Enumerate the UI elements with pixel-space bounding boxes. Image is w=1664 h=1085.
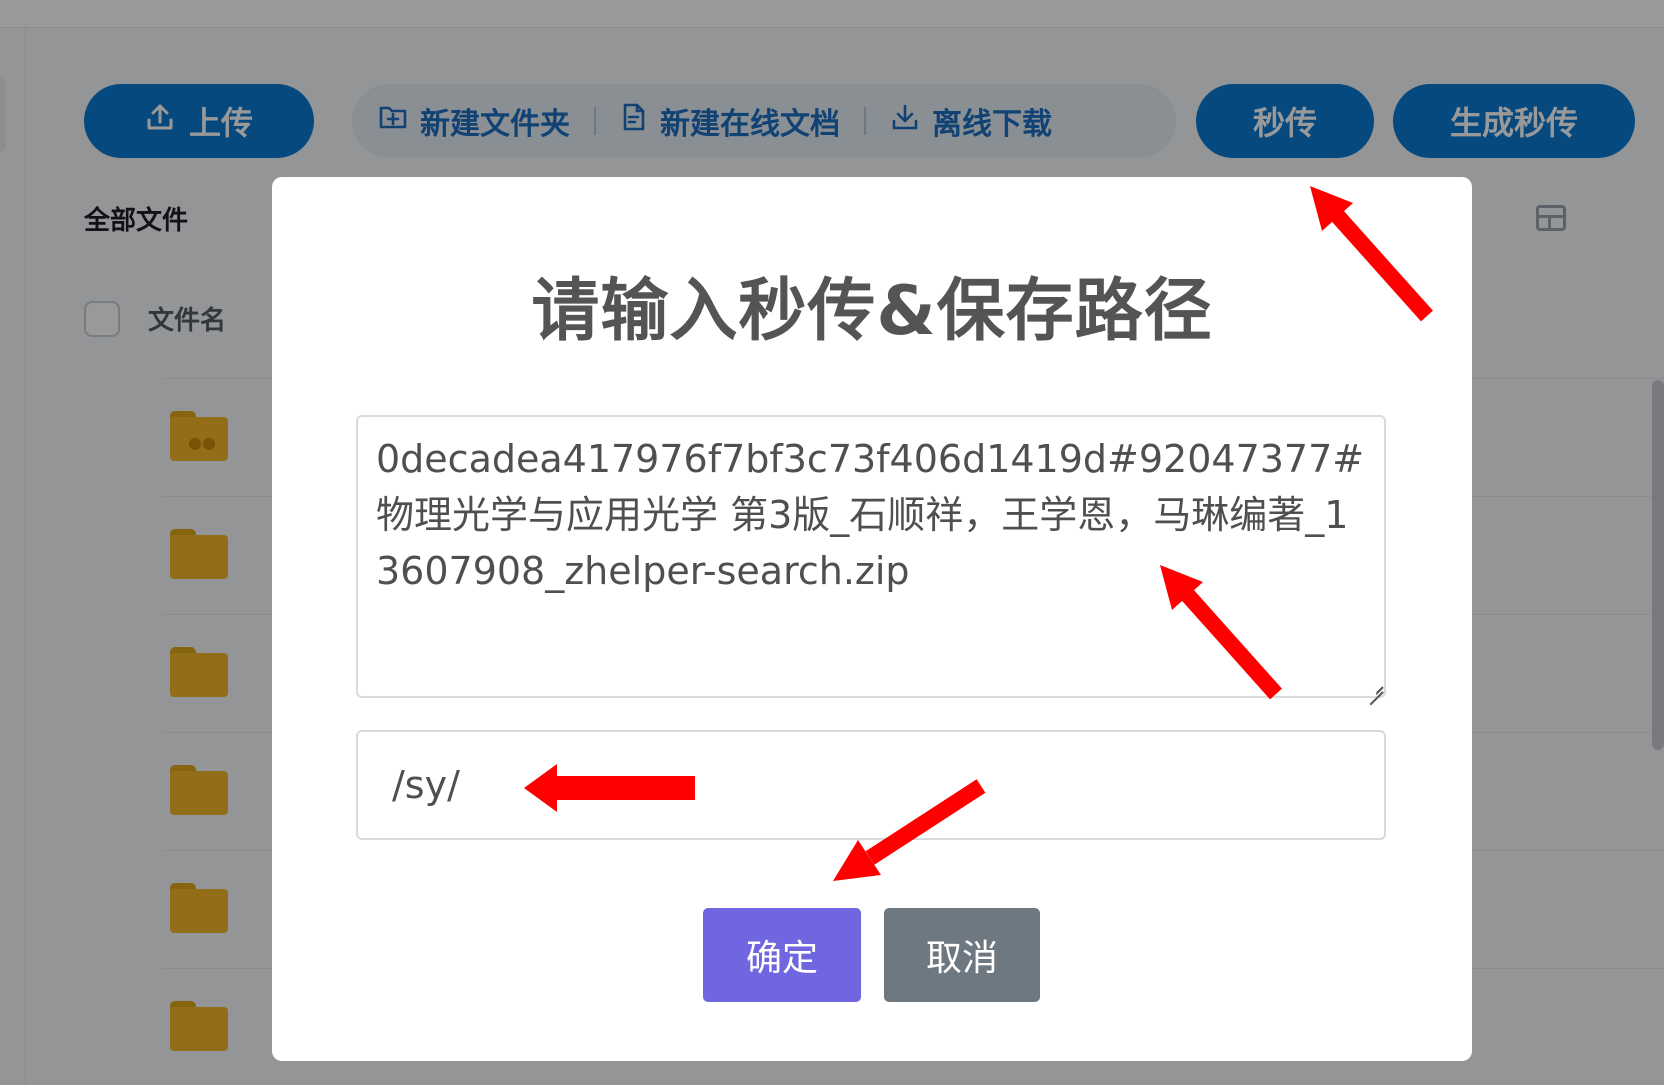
dialog-title: 请输入秒传&保存路径 bbox=[531, 272, 1213, 351]
instant-upload-dialog: 请输入秒传&保存路径 0decadea417976f7bf3c73f406d14… bbox=[272, 177, 1472, 1061]
cancel-button[interactable]: 取消 bbox=[884, 908, 1040, 1002]
instant-hash-textarea[interactable]: 0decadea417976f7bf3c73f406d1419d#9204737… bbox=[356, 415, 1386, 698]
resize-handle-icon[interactable] bbox=[1368, 679, 1384, 695]
confirm-button[interactable]: 确定 bbox=[703, 908, 861, 1002]
save-path-input[interactable]: /sy/ bbox=[356, 730, 1386, 840]
